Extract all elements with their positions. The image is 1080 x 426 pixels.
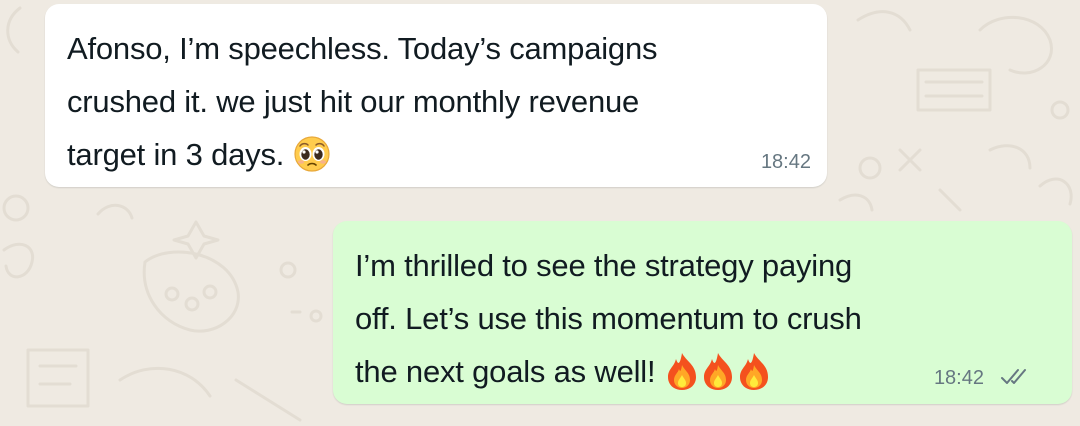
message-line: I’m thrilled to see the strategy paying: [355, 248, 853, 283]
message-line: the next goals as well!: [355, 345, 862, 398]
fire-icon: [700, 351, 736, 391]
message-timestamp: 18:42: [933, 367, 984, 389]
fire-icon: [664, 351, 700, 391]
fire-icon: [736, 351, 772, 391]
message-line-text: target in 3 days.: [67, 137, 285, 172]
message-line-text: the next goals as well!: [355, 354, 656, 389]
message-text: Afonso, I’m speechless. Today’s campaign…: [67, 22, 658, 181]
message-line: Afonso, I’m speechless. Today’s campaign…: [67, 31, 658, 66]
pleading-face-icon: [293, 135, 331, 173]
message-line: target in 3 days.: [67, 128, 657, 181]
message-timestamp: 18:42: [760, 151, 811, 173]
message-text: I’m thrilled to see the strategy paying …: [355, 239, 862, 398]
message-line: off. Let’s use this momentum to crush: [355, 301, 862, 336]
incoming-message-bubble[interactable]: Afonso, I’m speechless. Today’s campaign…: [45, 4, 827, 187]
read-double-check-icon: [1000, 367, 1032, 387]
outgoing-message-bubble[interactable]: I’m thrilled to see the strategy paying …: [333, 221, 1072, 404]
message-line: crushed it. we just hit our monthly reve…: [67, 84, 640, 119]
